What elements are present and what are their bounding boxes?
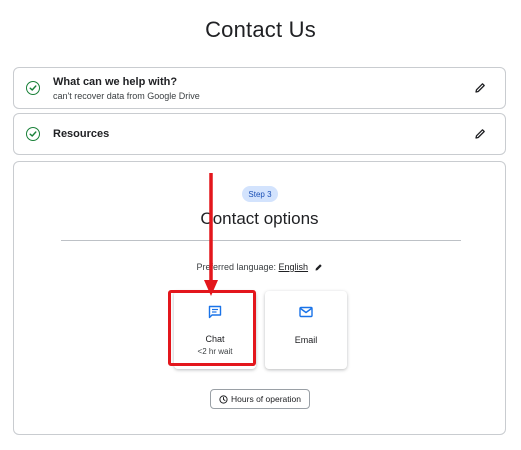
- preferred-language: Preferred language: English: [14, 262, 505, 272]
- chat-option-label: Chat: [205, 334, 225, 344]
- email-option-button[interactable]: Email: [265, 291, 347, 369]
- pencil-icon[interactable]: [314, 263, 323, 272]
- chat-wait-time: <2 hr wait: [197, 347, 233, 356]
- check-circle-icon: [26, 81, 40, 95]
- help-topic-card[interactable]: What can we help with? can't recover dat…: [13, 67, 506, 109]
- chat-option-button[interactable]: Chat <2 hr wait: [174, 291, 256, 369]
- chat-icon: [208, 305, 222, 319]
- pencil-icon[interactable]: [473, 127, 487, 141]
- contact-options-card: Step 3 Contact options Preferred languag…: [13, 161, 506, 435]
- email-option-label: Email: [294, 335, 318, 345]
- language-link[interactable]: English: [279, 262, 309, 272]
- hours-label: Hours of operation: [231, 394, 301, 404]
- resources-title: Resources: [53, 128, 110, 140]
- language-label: Preferred language:: [196, 262, 276, 272]
- check-circle-icon: [26, 127, 40, 141]
- step-badge: Step 3: [242, 186, 278, 202]
- pencil-icon[interactable]: [473, 81, 487, 95]
- help-topic-title: What can we help with?: [53, 76, 178, 88]
- page-title: Contact Us: [205, 17, 316, 42]
- hours-of-operation-button[interactable]: Hours of operation: [210, 389, 310, 409]
- divider: [61, 240, 461, 241]
- contact-options-title: Contact options: [200, 209, 319, 228]
- clock-icon: [219, 394, 228, 404]
- help-topic-subtitle: can't recover data from Google Drive: [53, 91, 200, 101]
- resources-card[interactable]: Resources: [13, 113, 506, 155]
- email-icon: [299, 306, 313, 318]
